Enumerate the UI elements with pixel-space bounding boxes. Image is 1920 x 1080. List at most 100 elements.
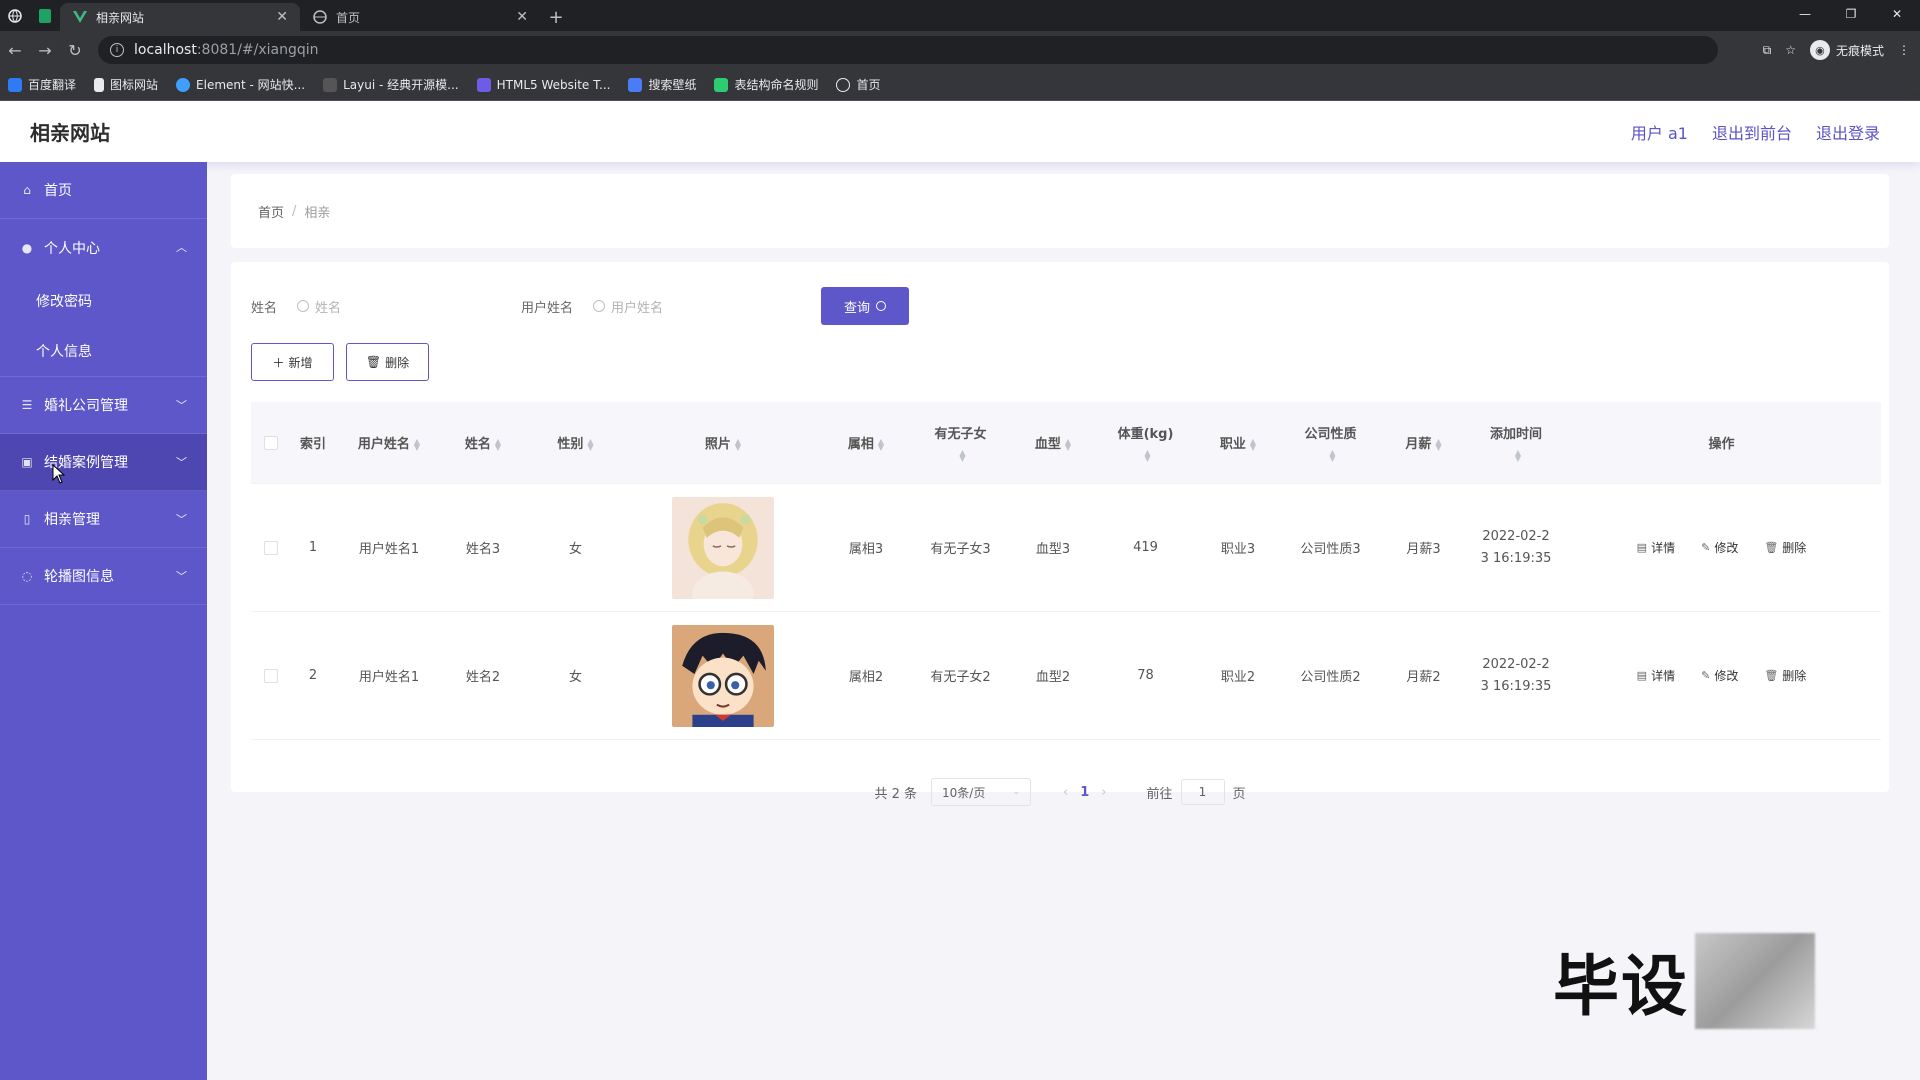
browser-tab-home[interactable]: 首页 ✕ [300,3,540,31]
delete-button[interactable]: 🗑︎ 删除 [1764,539,1806,556]
name-search-input[interactable]: 姓名 [297,288,497,324]
username-search-input[interactable]: 用户姓名 [593,288,793,324]
row-checkbox[interactable] [264,668,278,683]
url-input[interactable]: i localhost:8081/#/xiangqin [98,36,1718,64]
bookmark-item[interactable]: 搜索壁纸 [628,76,696,93]
pinned-tab-sheet[interactable] [30,0,60,31]
table-header: 索引 用户姓名 ▲ ▼ 姓名 ▲ ▼ 性别 ▲ ▼ 照片 ▲ ▼ 属相 ▲ ▼ 有无子女 ▲ ▼ 血型 ▲… [251,402,1881,484]
col-zodiac[interactable]: 属相 ▲ ▼ [818,402,914,483]
menu-dots-icon[interactable]: ⋮ [1898,43,1910,57]
detail-button[interactable]: ▤ 详情 [1637,539,1675,556]
cell-photo [628,612,818,739]
row-checkbox[interactable] [264,540,278,555]
col-photo[interactable]: 照片 ▲ ▼ [628,402,818,483]
pinned-tab-chrome[interactable] [0,0,30,31]
minimize-icon[interactable]: — [1782,0,1828,31]
sidebar-item-home[interactable]: ⌂ 首页 [0,162,207,219]
layui-icon [323,77,338,92]
bookmark-item[interactable]: 图标网站 [94,76,158,93]
col-job[interactable]: 职业 ▲ ▼ [1192,402,1284,483]
goto-input[interactable]: 1 [1180,779,1225,805]
sidebar-item-wedding-case[interactable]: ▣ 结婚案例管理 ﹀ [0,434,207,491]
new-tab-button[interactable]: + [540,3,572,31]
url-path: :8081/#/xiangqin [196,42,319,58]
translate-icon[interactable]: ⧉ [1763,43,1772,58]
next-page-icon[interactable]: › [1101,785,1106,800]
edit-button[interactable]: ✎ 修改 [1701,667,1738,684]
sort-icon[interactable]: ▲ ▼ [495,437,501,451]
bookmark-item[interactable]: 百度翻译 [8,76,76,93]
cell-gender: 女 [568,542,582,557]
edit-icon: ✎ [1701,669,1711,682]
bookmark-item[interactable]: 表结构命名规则 [714,76,818,93]
sidebar-subitem-profile[interactable]: 个人信息 [0,326,207,376]
star-icon[interactable]: ☆ [1785,43,1796,57]
prev-page-icon[interactable]: ‹ [1063,785,1068,800]
col-time[interactable]: 添加时间 ▲ ▼ [1470,402,1562,483]
query-button[interactable]: 查询 [821,287,910,325]
sort-icon[interactable]: ▲ ▼ [959,449,965,463]
delete-button[interactable]: 🗑︎ 删除 [1764,667,1806,684]
close-icon[interactable]: ✕ [516,9,528,25]
sort-icon[interactable]: ▲ ▼ [1515,449,1521,463]
element-icon [176,77,191,92]
col-gender[interactable]: 性别 ▲ ▼ [523,402,628,483]
forward-icon[interactable]: → [30,41,60,60]
sort-icon[interactable]: ▲ ▼ [735,437,741,451]
search-icon [297,300,310,312]
breadcrumb-home[interactable]: 首页 [258,202,284,221]
sidebar-item-matchmaking[interactable]: ▯ 相亲管理 ﹀ [0,491,207,548]
col-username[interactable]: 用户姓名 ▲ ▼ [335,402,443,483]
bookmark-item[interactable]: Layui - 经典开源模... [323,76,459,93]
sort-icon[interactable]: ▲ ▼ [1250,437,1256,451]
sort-icon[interactable]: ▲ ▼ [414,437,420,451]
app-header: 相亲网站 用户 a1 退出到前台 退出登录 [0,101,1920,162]
col-weight[interactable]: 体重(kg) ▲ ▼ [1099,402,1192,483]
wallpaper-icon [628,77,643,92]
sidebar-item-personal[interactable]: ● 个人中心 ︿ [0,219,207,276]
detail-button[interactable]: ▤ 详情 [1637,667,1675,684]
sort-icon[interactable]: ▲ ▼ [1435,437,1441,451]
close-icon[interactable]: ✕ [276,9,288,25]
bookmark-item[interactable]: Element - 网站快... [176,76,305,93]
detail-label: 详情 [1651,541,1676,555]
bookmark-item[interactable]: HTML5 Website T... [476,77,610,92]
sort-icon[interactable]: ▲ ▼ [878,437,884,451]
browser-tab-active[interactable]: 相亲网站 ✕ [60,3,300,31]
front-link[interactable]: 退出到前台 [1712,120,1792,144]
back-icon[interactable]: ← [0,41,30,60]
col-company[interactable]: 公司性质 ▲ ▼ [1284,402,1377,483]
bookmark-item[interactable]: 首页 [836,76,881,93]
sidebar-item-carousel[interactable]: ◌ 轮播图信息 ﹀ [0,548,207,605]
sidebar-subitem-password[interactable]: 修改密码 [0,276,207,326]
sidebar-item-wedding-company[interactable]: ☰ 婚礼公司管理 ﹀ [0,377,207,434]
col-blood[interactable]: 血型 ▲ ▼ [1007,402,1099,483]
select-all-checkbox[interactable] [264,435,278,450]
info-icon[interactable]: i [110,43,124,57]
batch-delete-button[interactable]: 🗑︎ 删除 [346,343,429,381]
reload-icon[interactable]: ↻ [60,41,90,60]
detail-icon: ▤ [1636,541,1648,554]
col-name[interactable]: 姓名 ▲ ▼ [443,402,523,483]
cell-ops: ▤ 详情 ✎ 修改 🗑︎ 删除 [1562,612,1881,739]
sort-icon[interactable]: ▲ ▼ [1329,449,1335,463]
pagination: 共 2 条 10条/页 ⌄ ‹ 1 › 前往 1 页 [231,774,1889,810]
window-close-icon[interactable]: ✕ [1874,0,1920,31]
home-icon: ⌂ [23,183,31,197]
col-children[interactable]: 有无子女 ▲ ▼ [914,402,1007,483]
profile-photo-anime-girl[interactable] [672,496,774,599]
sort-icon[interactable]: ▲ ▼ [1144,449,1150,463]
sort-icon[interactable]: ▲ ▼ [587,437,593,451]
sort-icon[interactable]: ▲ ▼ [1065,437,1071,451]
bookmark-label: 首页 [856,78,881,92]
logout-link[interactable]: 退出登录 [1816,120,1880,144]
col-salary[interactable]: 月薪 ▲ ▼ [1377,402,1470,483]
bookmark-label: 图标网站 [110,78,159,92]
add-button[interactable]: ＋ 新增 [251,343,334,381]
profile-photo-anime-boy[interactable] [672,624,774,727]
incognito-badge[interactable]: ◉ 无痕模式 [1809,40,1884,60]
restore-icon[interactable]: ❐ [1828,0,1874,31]
page-number[interactable]: 1 [1080,785,1089,800]
edit-button[interactable]: ✎ 修改 [1701,539,1738,556]
page-size-select[interactable]: 10条/页 ⌄ [931,778,1032,806]
